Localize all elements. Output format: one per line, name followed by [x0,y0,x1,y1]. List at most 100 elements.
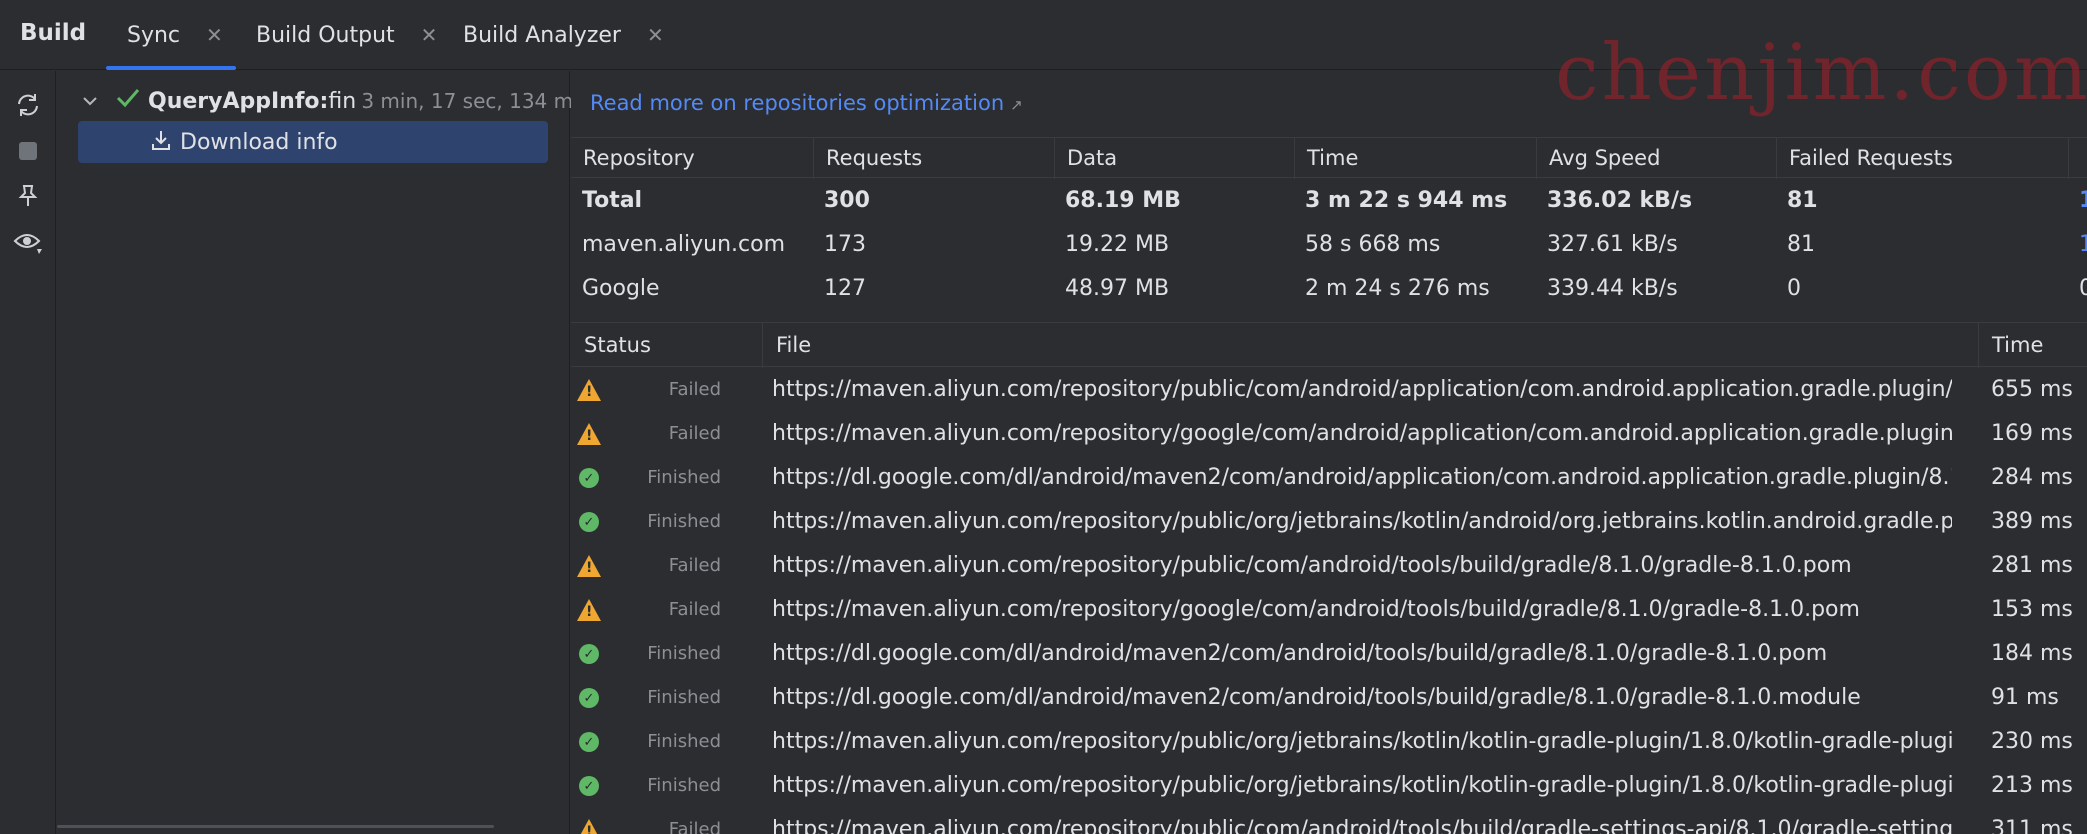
cell-file: https://maven.aliyun.com/repository/publ… [772,553,1852,578]
table-row[interactable]: ✓ Finished https://dl.google.com/dl/andr… [571,456,2087,500]
pin-icon[interactable] [13,181,43,211]
chevron-down-icon[interactable] [82,92,106,111]
cell-failed: 81 [1787,232,1815,257]
cell-extra: 1 [2079,232,2087,257]
cell-time: 3 m 22 s 944 ms [1305,188,1508,213]
table-row[interactable]: ! Failed https://maven.aliyun.com/reposi… [571,412,2087,456]
checkmark-circle-icon: ✓ [576,729,602,755]
warning-icon: ! [576,817,602,834]
cell-status: Failed [668,819,721,834]
tree-root-node[interactable]: QueryAppInfo: finished 3 min, 17 sec, 13… [82,86,584,116]
cell-extra: 0 [2079,276,2087,301]
tab-sync-label: Sync [127,22,181,48]
cell-file: https://maven.aliyun.com/repository/publ… [772,729,1952,754]
tab-build-output-label: Build Output [256,22,395,48]
horizontal-scrollbar[interactable] [57,825,494,828]
cell-requests: 127 [824,276,866,301]
column-header[interactable]: Data [1054,138,1294,179]
eye-icon[interactable] [13,227,43,257]
table-row[interactable]: ! Failed https://maven.aliyun.com/reposi… [571,544,2087,588]
download-icon [150,129,172,156]
tree-root-name: QueryAppInfo: [148,88,329,114]
column-header[interactable]: Failed Requests [1776,138,2068,179]
stop-icon[interactable] [13,136,43,166]
cell-status: Finished [647,643,721,664]
table-row[interactable]: Google 127 48.97 MB 2 m 24 s 276 ms 339.… [571,267,2087,311]
cell-extra: 1 [2079,188,2087,213]
cell-file: https://dl.google.com/dl/android/maven2/… [772,641,1828,666]
table-header: Status File Time [571,322,2087,368]
tab-sync[interactable]: Sync ✕ [106,0,236,70]
tab-build-output[interactable]: Build Output ✕ [256,0,437,70]
build-tree: QueryAppInfo: finished 3 min, 17 sec, 13… [57,71,584,834]
cell-time: 230 ms [1991,729,2073,754]
tree-item-download-info[interactable]: Download info [78,121,548,163]
cell-time: 655 ms [1991,377,2073,402]
warning-icon: ! [576,421,602,447]
cell-status: Failed [668,423,721,444]
cell-status: Finished [647,687,721,708]
link-label: Read more on repositories optimization [590,91,1005,115]
cell-time: 91 ms [1991,685,2059,710]
cell-repository: maven.aliyun.com [582,232,785,257]
table-row[interactable]: ! Failed https://maven.aliyun.com/reposi… [571,588,2087,632]
cell-time: 58 s 668 ms [1305,232,1441,257]
tree-root-status: finished [328,88,356,114]
table-header: Repository Requests Data Time Avg Speed … [571,137,2087,179]
cell-time: 213 ms [1991,773,2073,798]
repositories-optimization-link[interactable]: Read more on repositories optimization ↗ [590,91,1023,115]
tool-window-header: Build Sync ✕ Build Output ✕ Build Analyz… [0,0,2087,70]
table-row[interactable]: ✓ Finished https://maven.aliyun.com/repo… [571,500,2087,544]
column-header[interactable]: Requests [813,138,1054,179]
close-icon[interactable]: ✕ [421,23,438,47]
cell-data: 68.19 MB [1065,188,1181,213]
cell-avg-speed: 336.02 kB/s [1547,188,1693,213]
column-header[interactable]: Time [1978,323,2087,368]
column-header[interactable]: Status [571,323,762,368]
table-row[interactable]: maven.aliyun.com 173 19.22 MB 58 s 668 m… [571,223,2087,267]
cell-requests: 173 [824,232,866,257]
sync-icon[interactable] [13,90,43,120]
table-row[interactable]: ✓ Finished https://maven.aliyun.com/repo… [571,764,2087,808]
column-header[interactable]: Repository [571,138,813,179]
column-header[interactable] [2068,138,2087,179]
tab-build-analyzer[interactable]: Build Analyzer ✕ [463,0,664,70]
cell-failed: 81 [1787,188,1818,213]
cell-data: 48.97 MB [1065,276,1170,301]
warning-icon: ! [576,377,602,403]
cell-time: 169 ms [1991,421,2073,446]
cell-status: Failed [668,599,721,620]
cell-repository: Total [582,188,643,213]
cell-file: https://dl.google.com/dl/android/maven2/… [772,685,1861,710]
cell-avg-speed: 339.44 kB/s [1547,276,1678,301]
table-row[interactable]: ! Failed https://maven.aliyun.com/reposi… [571,368,2087,412]
cell-file: https://maven.aliyun.com/repository/publ… [772,773,1952,798]
checkmark-circle-icon: ✓ [576,641,602,667]
tool-window-title: Build [20,20,87,46]
close-icon[interactable]: ✕ [647,23,664,47]
cell-time: 389 ms [1991,509,2073,534]
checkmark-icon [116,87,140,115]
tree-root-duration: 3 min, 17 sec, 134 ms [361,89,584,113]
table-row[interactable]: ✓ Finished https://dl.google.com/dl/andr… [571,676,2087,720]
cell-file: https://maven.aliyun.com/repository/publ… [772,817,1952,834]
table-row[interactable]: ✓ Finished https://maven.aliyun.com/repo… [571,720,2087,764]
table-row[interactable]: ! Failed https://maven.aliyun.com/reposi… [571,808,2087,834]
column-header[interactable]: File [762,323,1978,368]
table-row[interactable]: ✓ Finished https://dl.google.com/dl/andr… [571,632,2087,676]
cell-requests: 300 [824,188,870,213]
cell-file: https://maven.aliyun.com/repository/goog… [772,421,1952,446]
column-header[interactable]: Avg Speed [1536,138,1776,179]
cell-time: 311 ms [1991,817,2073,834]
close-icon[interactable]: ✕ [206,23,223,47]
cell-time: 184 ms [1991,641,2073,666]
external-link-icon: ↗ [1010,96,1023,114]
cell-data: 19.22 MB [1065,232,1170,257]
table-row[interactable]: Total 300 68.19 MB 3 m 22 s 944 ms 336.0… [571,179,2087,223]
checkmark-circle-icon: ✓ [576,773,602,799]
cell-time: 2 m 24 s 276 ms [1305,276,1490,301]
cell-status: Finished [647,731,721,752]
checkmark-circle-icon: ✓ [576,509,602,535]
column-header[interactable]: Time [1294,138,1536,179]
cell-time: 284 ms [1991,465,2073,490]
